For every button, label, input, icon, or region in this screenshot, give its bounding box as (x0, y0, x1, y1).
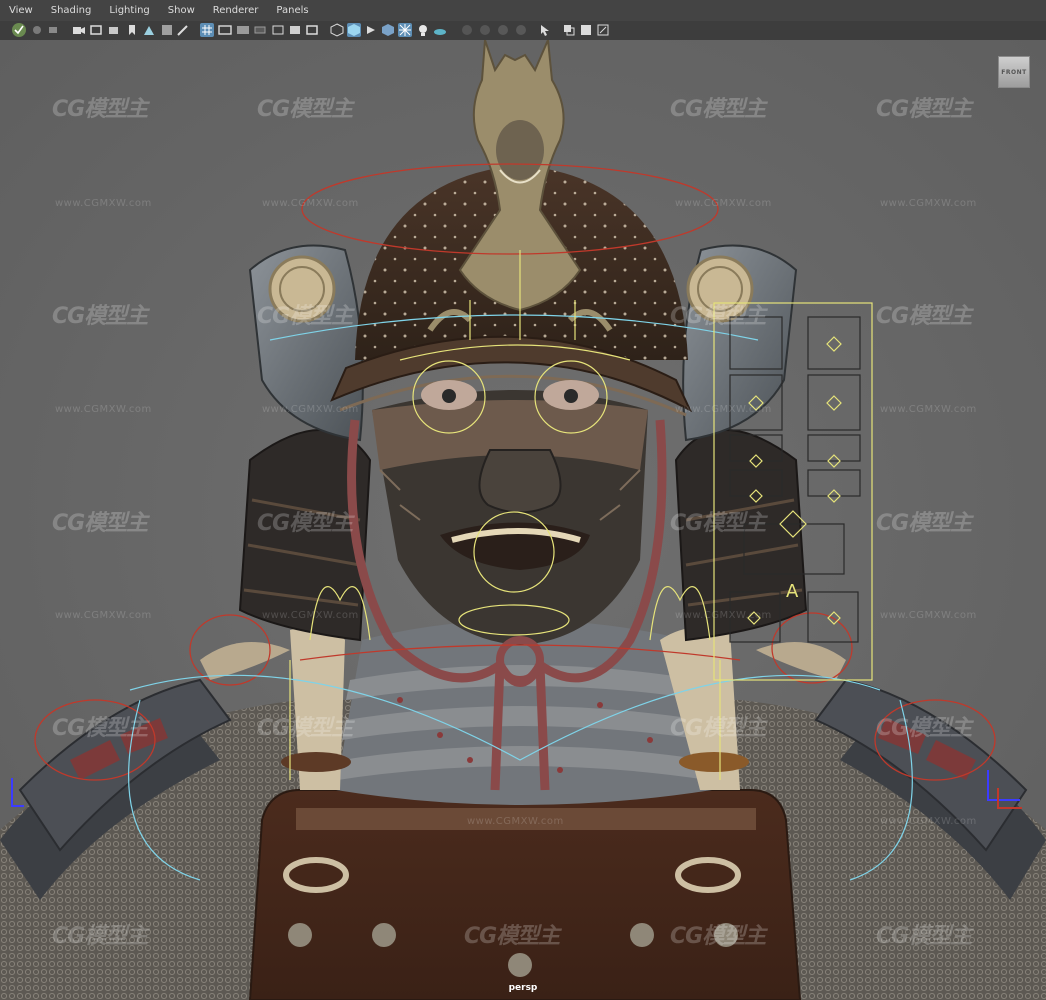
watermark-url: www.CGMXW.com (55, 610, 152, 621)
watermark-logo: CG模型主 (876, 716, 972, 741)
maya-viewport-window: View Shading Lighting Show Renderer Pane… (0, 0, 1046, 1000)
image-plane-icon[interactable] (142, 23, 156, 37)
watermark-logo: CG模型主 (52, 511, 148, 536)
watermark-logo: CG模型主 (876, 924, 972, 949)
menu-shading[interactable]: Shading (42, 0, 101, 21)
watermark-logo: CG模型主 (257, 97, 353, 122)
resolution-gate-icon[interactable] (236, 23, 250, 37)
watermark-logo: CG模型主 (257, 304, 353, 329)
hud-icon[interactable] (562, 23, 576, 37)
watermark-url: www.CGMXW.com (262, 404, 359, 415)
lights-icon[interactable] (416, 23, 430, 37)
watermark-url: www.CGMXW.com (55, 404, 152, 415)
grease-pencil-icon[interactable] (176, 23, 190, 37)
menu-lighting[interactable]: Lighting (100, 0, 158, 21)
menu-renderer[interactable]: Renderer (204, 0, 268, 21)
gate-mask-icon[interactable] (253, 23, 267, 37)
watermark-url: www.CGMXW.com (55, 198, 152, 209)
maximize-panel-icon[interactable] (596, 23, 610, 37)
watermark-url: www.CGMXW.com (880, 610, 977, 621)
smooth-shade-icon[interactable] (347, 23, 361, 37)
watermark-logo: CG模型主 (670, 511, 766, 536)
bookmark-icon[interactable] (125, 23, 139, 37)
isolate-select-icon[interactable] (538, 23, 552, 37)
watermark-url: www.CGMXW.com (675, 198, 772, 209)
watermark-logo: CG模型主 (670, 304, 766, 329)
camera-settings-icon[interactable] (89, 23, 103, 37)
watermark-logo: CG模型主 (670, 716, 766, 741)
watermark-logo: CG模型主 (52, 924, 148, 949)
watermark-url: www.CGMXW.com (880, 404, 977, 415)
camera-lock-icon[interactable] (30, 23, 44, 37)
watermark-url: www.CGMXW.com (675, 610, 772, 621)
menu-show[interactable]: Show (159, 0, 204, 21)
camera-view-icon[interactable] (107, 23, 121, 37)
film-gate-icon[interactable] (218, 23, 232, 37)
watermark-url: www.CGMXW.com (467, 816, 564, 827)
select-camera-icon[interactable] (12, 23, 26, 37)
watermark-logo: CG模型主 (52, 97, 148, 122)
safe-action-icon[interactable] (288, 23, 302, 37)
perspective-viewport[interactable]: A CG模型主 CG模型主 CG模型主 CG模型主 www.CGMXW.com … (0, 40, 1046, 1000)
textured-icon[interactable] (381, 23, 395, 37)
watermark-logo: CG模型主 (876, 511, 972, 536)
panel-toolbar (0, 21, 1046, 41)
menu-panels[interactable]: Panels (267, 0, 317, 21)
watermark-url: www.CGMXW.com (262, 198, 359, 209)
wireframe-icon[interactable] (330, 23, 344, 37)
default-material-icon[interactable] (364, 23, 378, 37)
layout-icon[interactable] (579, 23, 593, 37)
watermark-logo: CG模型主 (670, 97, 766, 122)
watermark-url: www.CGMXW.com (880, 198, 977, 209)
anti-aliasing-icon[interactable] (496, 23, 510, 37)
watermark-url: www.CGMXW.com (880, 816, 977, 827)
safe-title-icon[interactable] (305, 23, 319, 37)
view-cube[interactable]: FRONT (998, 56, 1030, 88)
ambient-occlusion-icon[interactable] (460, 23, 474, 37)
watermark-logo: CG模型主 (257, 511, 353, 536)
watermark-url: www.CGMXW.com (262, 610, 359, 621)
watermark-logo: CG模型主 (52, 304, 148, 329)
camera-attributes-icon[interactable] (46, 23, 60, 37)
film-camera-icon[interactable] (72, 23, 86, 37)
xray-icon[interactable] (398, 23, 412, 37)
rig-label: A (786, 581, 799, 602)
watermark-url: www.CGMXW.com (675, 404, 772, 415)
watermark-logo: CG模型主 (670, 924, 766, 949)
watermark-logo: CG模型主 (876, 304, 972, 329)
field-chart-icon[interactable] (271, 23, 285, 37)
shadows-icon[interactable] (433, 23, 447, 37)
2d-pan-zoom-icon[interactable] (160, 23, 174, 37)
motion-blur-icon[interactable] (478, 23, 492, 37)
watermark-logo: CG模型主 (464, 924, 560, 949)
panel-menubar: View Shading Lighting Show Renderer Pane… (0, 0, 1046, 22)
grid-icon[interactable] (200, 23, 214, 37)
camera-name-label: persp (508, 983, 538, 993)
watermark-logo: CG模型主 (52, 716, 148, 741)
watermark-logo: CG模型主 (876, 97, 972, 122)
depth-of-field-icon[interactable] (514, 23, 528, 37)
menu-view[interactable]: View (0, 0, 42, 21)
watermark-logo: CG模型主 (257, 716, 353, 741)
